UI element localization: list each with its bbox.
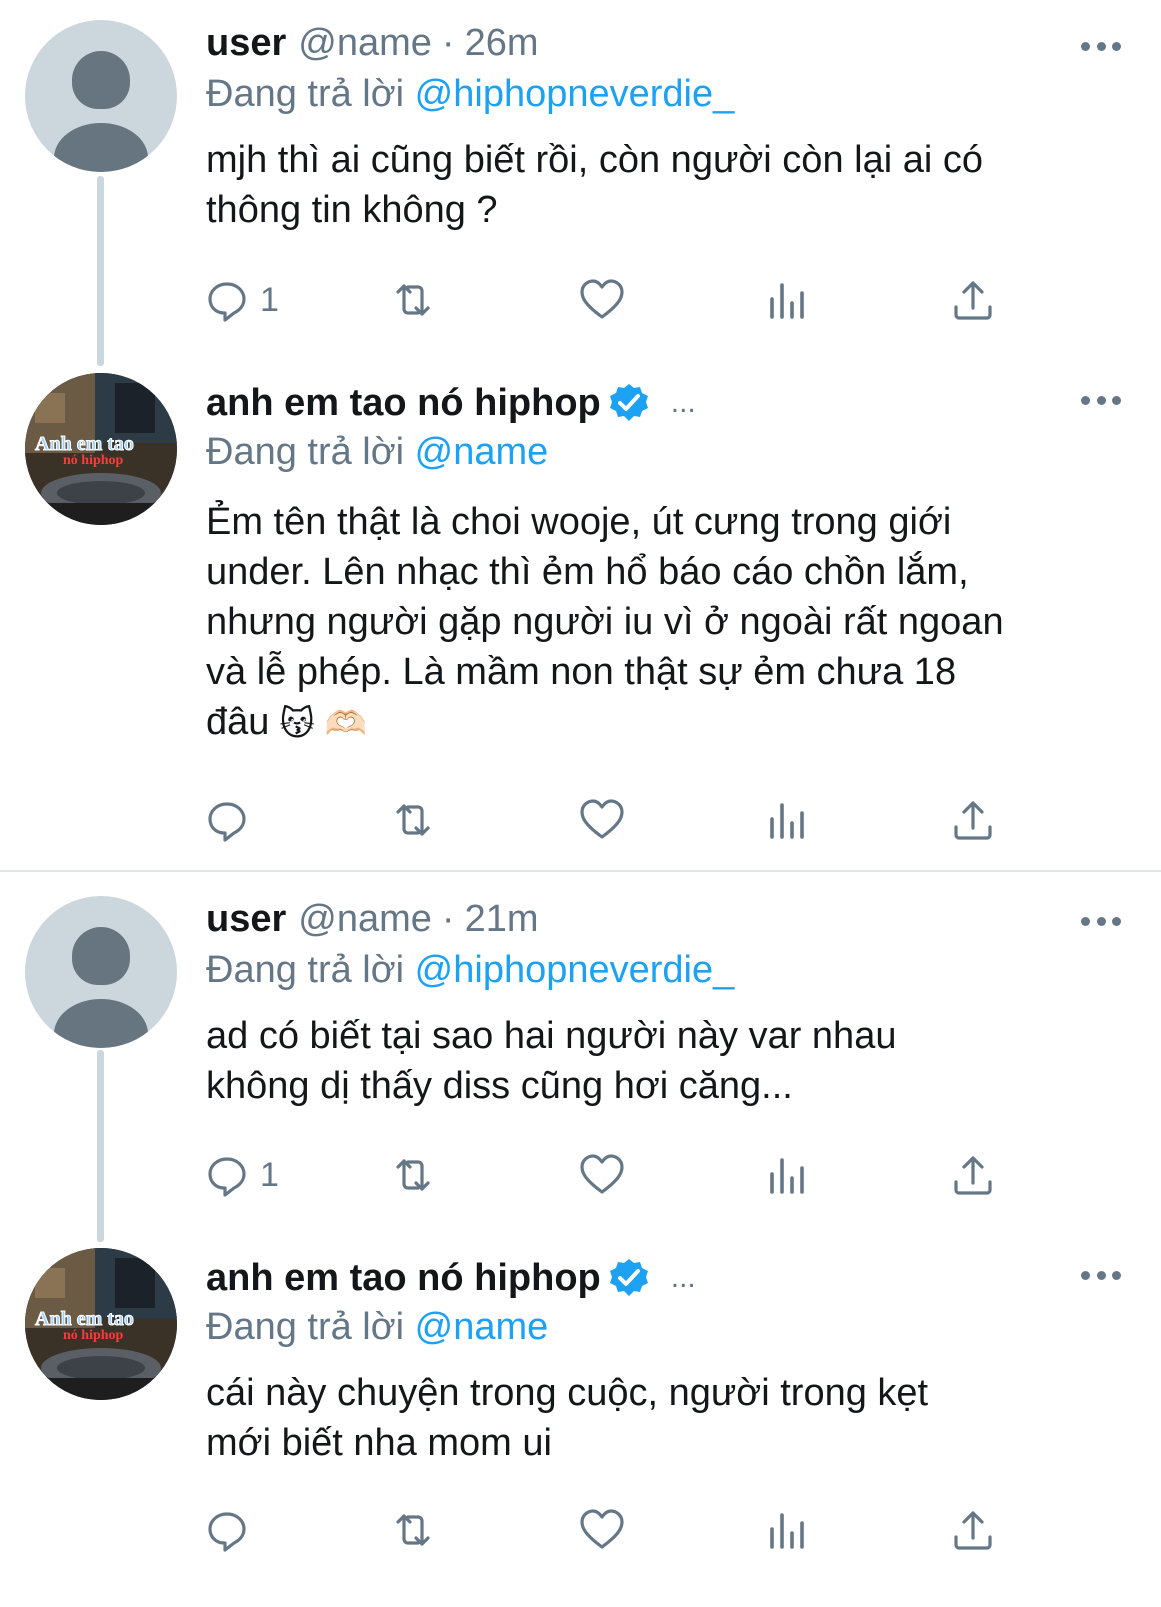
like-icon xyxy=(580,279,624,319)
share-button[interactable] xyxy=(948,1500,998,1560)
reply-icon xyxy=(208,282,246,322)
retweet-icon xyxy=(396,804,430,836)
display-name[interactable]: anh em tao nó hiphop xyxy=(206,380,601,426)
analytics-button[interactable] xyxy=(763,1500,813,1560)
reply-icon xyxy=(208,802,246,842)
replying-to-label: Đang trả lời xyxy=(206,431,405,473)
tweet[interactable]: user @name · 26m Đang trả lời @hiphopnev… xyxy=(0,20,1161,235)
replying-to-label: Đang trả lời xyxy=(206,73,405,115)
retweet-button[interactable] xyxy=(388,1145,438,1205)
display-name[interactable]: anh em tao nó hiphop xyxy=(206,1255,601,1301)
separator-dot: · xyxy=(441,898,455,940)
like-button[interactable] xyxy=(577,1500,627,1560)
reply-count: 1 xyxy=(260,1155,279,1194)
tweet-actions: 1 xyxy=(0,270,1161,330)
like-icon xyxy=(580,1509,624,1549)
tweet-timestamp[interactable]: 26m xyxy=(465,20,539,66)
analytics-button[interactable] xyxy=(763,1145,813,1205)
reply-button[interactable]: 1 xyxy=(202,1145,279,1205)
tweet-timestamp[interactable]: 21m xyxy=(465,896,539,942)
tweet[interactable]: anh em tao nó hiphop ... Đang trả lời @n… xyxy=(0,380,1161,749)
tweet-header: anh em tao nó hiphop ... xyxy=(206,1255,1121,1301)
reply-icon xyxy=(208,1512,246,1552)
retweet-icon xyxy=(396,1514,430,1546)
share-icon xyxy=(954,1156,992,1195)
tweet-text: mjh thì ai cũng biết rồi, còn người còn … xyxy=(206,139,983,231)
mention-link[interactable]: @name xyxy=(415,431,549,473)
retweet-button[interactable] xyxy=(388,1500,438,1560)
like-icon xyxy=(580,1154,624,1194)
share-icon xyxy=(954,1511,992,1550)
analytics-icon xyxy=(770,1513,804,1549)
tweet-text: Ẻm tên thật là choi wooje, út cưng trong… xyxy=(206,497,1121,749)
reply-button[interactable]: 1 xyxy=(202,270,279,330)
retweet-button[interactable] xyxy=(388,790,438,850)
tweet-actions xyxy=(0,790,1161,850)
verified-badge-icon xyxy=(609,384,648,421)
tweet-header: user @name · 21m xyxy=(206,896,1121,942)
share-button[interactable] xyxy=(948,270,998,330)
like-button[interactable] xyxy=(577,270,627,330)
reply-button[interactable] xyxy=(202,1500,260,1560)
share-icon xyxy=(954,801,992,840)
like-button[interactable] xyxy=(577,1145,627,1205)
share-icon xyxy=(954,281,992,320)
user-handle[interactable]: @name xyxy=(298,20,432,66)
retweet-icon xyxy=(396,1159,430,1191)
share-button[interactable] xyxy=(948,790,998,850)
tweet-text: ad có biết tại sao hai người này var nha… xyxy=(206,1015,897,1107)
analytics-button[interactable] xyxy=(763,270,813,330)
header-ellipsis: ... xyxy=(670,386,696,419)
analytics-icon xyxy=(770,283,804,319)
retweet-icon xyxy=(396,284,430,316)
analytics-icon xyxy=(770,803,804,839)
replying-to: Đang trả lời @hiphopneverdie_ xyxy=(206,947,1121,993)
tweet-header: user @name · 26m xyxy=(206,20,1121,66)
replying-to: Đang trả lời @hiphopneverdie_ xyxy=(206,71,1121,117)
retweet-button[interactable] xyxy=(388,270,438,330)
tweet[interactable]: anh em tao nó hiphop ... Đang trả lời @n… xyxy=(0,1255,1161,1468)
reply-count: 1 xyxy=(260,280,279,319)
replying-to-label: Đang trả lời xyxy=(206,949,405,991)
mention-link[interactable]: @name xyxy=(415,1306,549,1348)
reply-button[interactable] xyxy=(202,790,260,850)
verified-badge-icon xyxy=(609,1259,648,1296)
tweet-header: anh em tao nó hiphop ... xyxy=(206,380,1121,426)
reply-icon xyxy=(208,1157,246,1197)
like-icon xyxy=(580,799,624,839)
tweet-actions xyxy=(0,1500,1161,1560)
heart-hands-emoji: 🫶🏻 xyxy=(324,704,368,743)
conversation-divider xyxy=(0,870,1161,872)
tweet-text: cái này chuyện trong cuộc, người trong k… xyxy=(206,1372,929,1464)
tweet-actions: 1 xyxy=(0,1145,1161,1205)
display-name[interactable]: user xyxy=(206,896,286,942)
share-button[interactable] xyxy=(948,1145,998,1205)
display-name[interactable]: user xyxy=(206,20,286,66)
user-handle[interactable]: @name xyxy=(298,896,432,942)
like-button[interactable] xyxy=(577,790,627,850)
header-ellipsis: ... xyxy=(670,1261,696,1294)
tweet[interactable]: user @name · 21m Đang trả lời @hiphopnev… xyxy=(0,896,1161,1111)
replying-to: Đang trả lời @name xyxy=(206,1304,1121,1350)
analytics-button[interactable] xyxy=(763,790,813,850)
mention-link[interactable]: @hiphopneverdie_ xyxy=(415,73,735,115)
kissing-cat-emoji: 😽 xyxy=(279,704,315,743)
replying-to: Đang trả lời @name xyxy=(206,429,1121,475)
replying-to-label: Đang trả lời xyxy=(206,1306,405,1348)
separator-dot: · xyxy=(441,22,455,64)
mention-link[interactable]: @hiphopneverdie_ xyxy=(415,949,735,991)
analytics-icon xyxy=(770,1158,804,1194)
